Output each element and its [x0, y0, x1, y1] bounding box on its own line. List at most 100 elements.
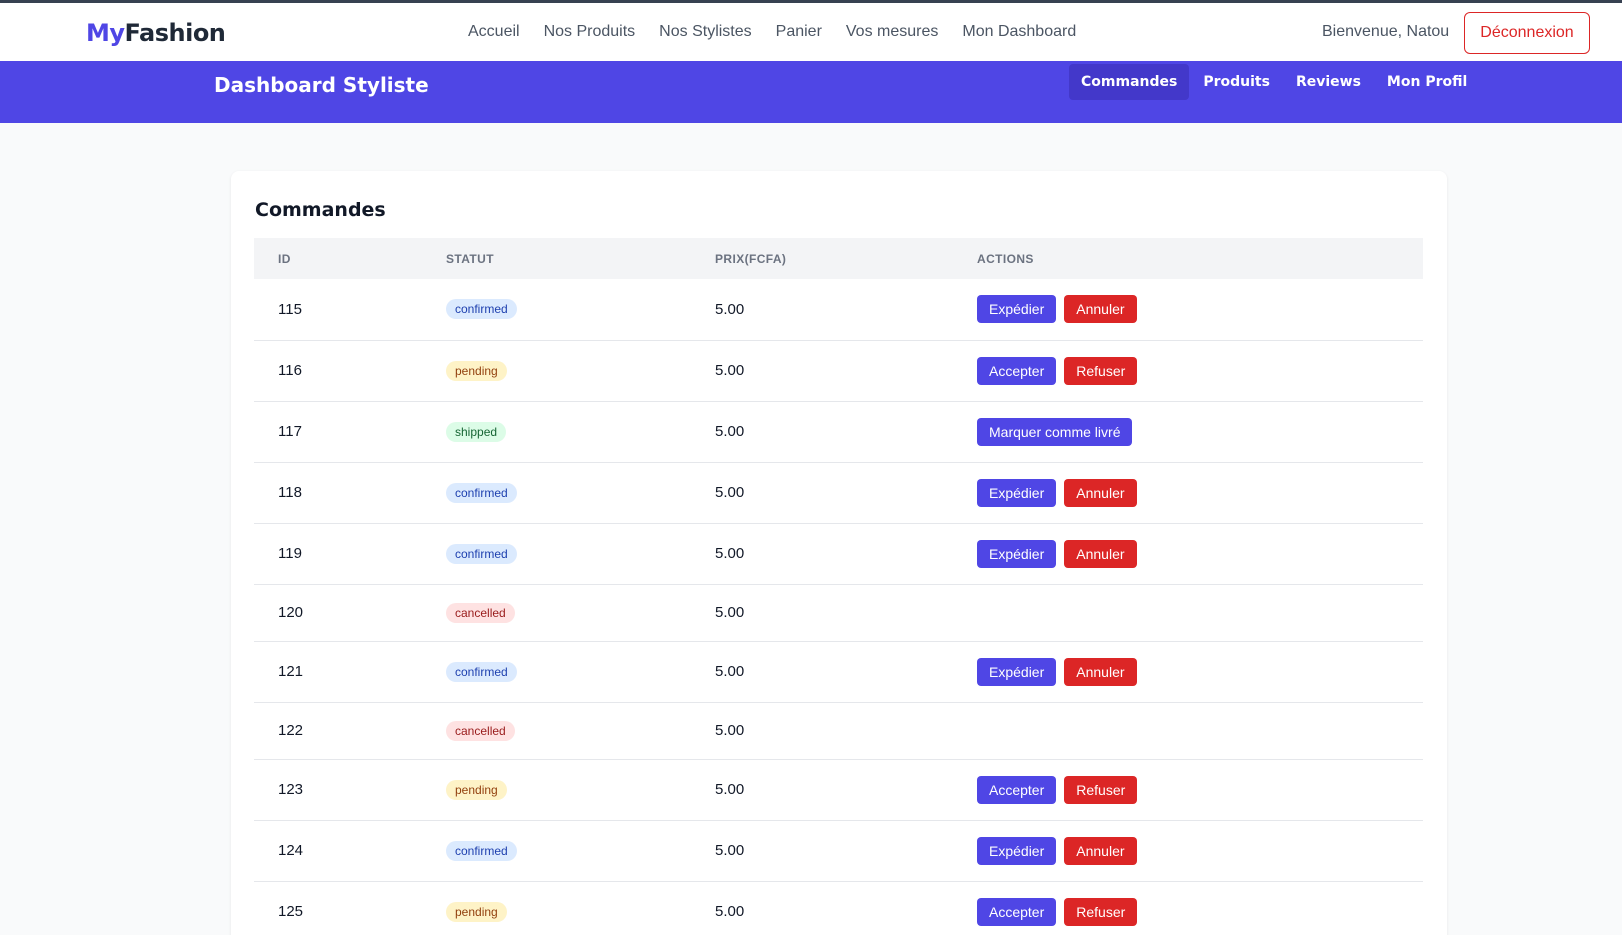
- order-status-cell: pending: [446, 881, 715, 935]
- logout-button[interactable]: Déconnexion: [1464, 12, 1590, 54]
- order-status-cell: confirmed: [446, 820, 715, 882]
- status-badge: shipped: [446, 421, 507, 442]
- nav-link-accueil[interactable]: Accueil: [468, 23, 520, 41]
- tab-commandes[interactable]: Commandes: [1069, 64, 1190, 100]
- dashboard-tabs: Commandes Produits Reviews Mon Profil: [1069, 64, 1479, 100]
- annuler-button[interactable]: Annuler: [1064, 657, 1137, 686]
- marquer-comme-livre-button[interactable]: Marquer comme livré: [977, 417, 1133, 446]
- order-status-cell: cancelled: [446, 702, 715, 760]
- order-price: 5.00: [715, 881, 977, 935]
- order-id: 125: [254, 881, 446, 935]
- order-id: 122: [254, 702, 446, 760]
- nav-link-vos-mesures[interactable]: Vos mesures: [846, 23, 938, 41]
- brand-logo[interactable]: MyFashion: [86, 19, 226, 47]
- order-actions-cell: [977, 584, 1423, 642]
- annuler-button[interactable]: Annuler: [1064, 539, 1137, 568]
- order-actions: Accepter Refuser: [977, 897, 1423, 926]
- order-actions-cell: [977, 702, 1423, 760]
- accepter-button[interactable]: Accepter: [977, 775, 1057, 804]
- nav-link-panier[interactable]: Panier: [776, 23, 822, 41]
- refuser-button[interactable]: Refuser: [1064, 775, 1138, 804]
- order-actions-cell: Accepter Refuser: [977, 340, 1423, 402]
- order-actions: Expédier Annuler: [977, 295, 1423, 324]
- status-badge: confirmed: [446, 482, 517, 503]
- order-status-cell: confirmed: [446, 462, 715, 524]
- table-row: 116 pending 5.00 Accepter Refuser: [254, 340, 1423, 402]
- order-status-cell: cancelled: [446, 584, 715, 642]
- order-actions-cell: Expédier Annuler: [977, 462, 1423, 524]
- order-status-cell: shipped: [446, 401, 715, 463]
- refuser-button[interactable]: Refuser: [1064, 356, 1138, 385]
- column-header-id: ID: [278, 251, 291, 266]
- order-id: 120: [254, 584, 446, 642]
- annuler-button[interactable]: Annuler: [1064, 295, 1137, 324]
- nav-link-nos-stylistes[interactable]: Nos Stylistes: [659, 23, 751, 41]
- nav-link-nos-produits[interactable]: Nos Produits: [544, 23, 636, 41]
- order-id: 118: [254, 462, 446, 524]
- tab-produits[interactable]: Produits: [1191, 64, 1282, 100]
- expedier-button[interactable]: Expédier: [977, 478, 1057, 507]
- table-row: 120 cancelled 5.00: [254, 584, 1423, 642]
- status-badge: pending: [446, 779, 507, 800]
- order-id: 123: [254, 759, 446, 821]
- dashboard-header: Dashboard Styliste Commandes Produits Re…: [0, 61, 1622, 123]
- status-badge: confirmed: [446, 840, 517, 861]
- annuler-button[interactable]: Annuler: [1064, 478, 1137, 507]
- table-row: 124 confirmed 5.00 Expédier Annuler: [254, 820, 1423, 882]
- order-actions: Expédier Annuler: [977, 478, 1423, 507]
- accepter-button[interactable]: Accepter: [977, 897, 1057, 926]
- order-price: 5.00: [715, 401, 977, 463]
- status-badge: pending: [446, 360, 507, 381]
- order-actions-cell: Expédier Annuler: [977, 641, 1423, 703]
- order-price: 5.00: [715, 820, 977, 882]
- table-header-row: ID STATUT PRIX(FCFA) ACTIONS: [254, 238, 1423, 279]
- order-status-cell: pending: [446, 340, 715, 402]
- table-row: 123 pending 5.00 Accepter Refuser: [254, 759, 1423, 821]
- expedier-button[interactable]: Expédier: [977, 539, 1057, 568]
- order-status-cell: confirmed: [446, 523, 715, 585]
- order-price: 5.00: [715, 641, 977, 703]
- order-id: 119: [254, 523, 446, 585]
- order-id: 117: [254, 401, 446, 463]
- table-row: 121 confirmed 5.00 Expédier Annuler: [254, 641, 1423, 703]
- order-actions: Accepter Refuser: [977, 356, 1423, 385]
- order-id: 115: [254, 279, 446, 341]
- accepter-button[interactable]: Accepter: [977, 356, 1057, 385]
- table-row: 119 confirmed 5.00 Expédier Annuler: [254, 523, 1423, 585]
- table-row: 125 pending 5.00 Accepter Refuser: [254, 881, 1423, 935]
- refuser-button[interactable]: Refuser: [1064, 897, 1138, 926]
- annuler-button[interactable]: Annuler: [1064, 836, 1137, 865]
- expedier-button[interactable]: Expédier: [977, 836, 1057, 865]
- order-status-cell: confirmed: [446, 279, 715, 341]
- orders-heading: Commandes: [255, 199, 386, 221]
- logo-part-my: My: [86, 19, 125, 47]
- status-badge: confirmed: [446, 543, 517, 564]
- status-badge: confirmed: [446, 661, 517, 682]
- orders-table: ID STATUT PRIX(FCFA) ACTIONS 115 confirme…: [254, 238, 1423, 935]
- orders-table-body: 115 confirmed 5.00 Expédier Annuler 116 pendin…: [254, 279, 1423, 935]
- order-price: 5.00: [715, 702, 977, 760]
- main-navbar: MyFashion Accueil Nos Produits Nos Styli…: [0, 3, 1622, 61]
- order-actions: Accepter Refuser: [977, 775, 1423, 804]
- table-row: 122 cancelled 5.00: [254, 702, 1423, 760]
- orders-card: Commandes ID STATUT PRIX(FCFA) ACTIONS 1…: [231, 171, 1447, 935]
- status-badge: cancelled: [446, 602, 515, 623]
- status-badge: pending: [446, 901, 507, 922]
- status-badge: confirmed: [446, 299, 517, 320]
- order-price: 5.00: [715, 523, 977, 585]
- status-badge: cancelled: [446, 720, 515, 741]
- expedier-button[interactable]: Expédier: [977, 295, 1057, 324]
- welcome-text: Bienvenue, Natou: [1322, 23, 1450, 40]
- order-actions-cell: Marquer comme livré: [977, 401, 1423, 463]
- order-actions: Expédier Annuler: [977, 836, 1423, 865]
- order-price: 5.00: [715, 462, 977, 524]
- column-header-statut: STATUT: [446, 251, 494, 266]
- table-row: 117 shipped 5.00 Marquer comme livré: [254, 401, 1423, 463]
- nav-link-mon-dashboard[interactable]: Mon Dashboard: [962, 23, 1076, 41]
- tab-mon-profil[interactable]: Mon Profil: [1375, 64, 1479, 100]
- order-actions: Expédier Annuler: [977, 539, 1423, 568]
- order-actions-cell: Accepter Refuser: [977, 881, 1423, 935]
- expedier-button[interactable]: Expédier: [977, 657, 1057, 686]
- order-price: 5.00: [715, 279, 977, 341]
- tab-reviews[interactable]: Reviews: [1284, 64, 1373, 100]
